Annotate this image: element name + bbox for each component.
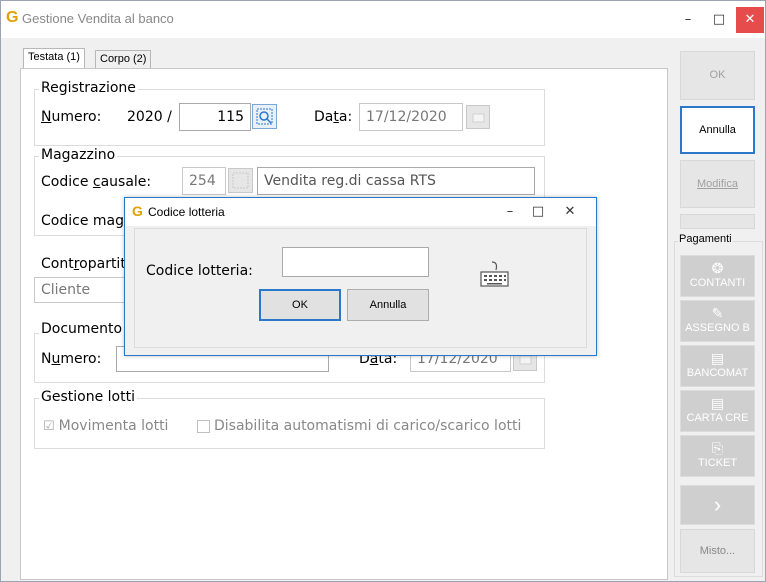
ok-button[interactable]: OK — [680, 51, 755, 100]
checkbox-checked-icon: ☑ — [43, 418, 55, 434]
carta-label: CARTA CRE — [686, 412, 749, 424]
search-icon — [232, 172, 249, 189]
disabilita-automatismi-checkbox[interactable]: Disabilita automatismi di carico/scarico… — [197, 418, 521, 434]
causale-code-input[interactable]: 254 — [182, 167, 226, 195]
numero-input[interactable]: 115 — [179, 103, 251, 131]
codice-lotteria-input[interactable] — [282, 247, 429, 277]
anno-label: 2020 / — [127, 109, 172, 125]
dialog-logo-icon: G — [132, 203, 143, 219]
title-bar: G Gestione Vendita al banco – □ ✕ — [1, 1, 765, 38]
calendar-button[interactable] — [466, 105, 490, 129]
chevron-right-icon: › — [713, 492, 722, 517]
app-logo-icon: G — [6, 9, 19, 26]
contropartita-label: Contropartita — [41, 256, 135, 272]
documento-numero-label: Numero: — [41, 351, 102, 367]
dialog-annulla-button[interactable]: Annulla — [347, 289, 429, 321]
virtual-keyboard-button[interactable] — [478, 260, 512, 290]
contanti-button[interactable]: ❂ CONTANTI — [680, 255, 755, 297]
documento-title: Documento — [39, 321, 125, 337]
tab-corpo[interactable]: Corpo (2) — [95, 50, 152, 69]
checkbox-unchecked-icon — [197, 419, 210, 433]
gestione-lotti-title: Gestione lotti — [39, 389, 137, 405]
cash-icon: ❂ — [711, 260, 724, 276]
pagamenti-title: Pagamenti — [678, 233, 733, 245]
close-button[interactable]: ✕ — [736, 7, 764, 33]
dialog-minimize-button[interactable]: – — [497, 199, 523, 225]
bancomat-button[interactable]: ▤ BANCOMAT — [680, 345, 755, 387]
extra-button[interactable] — [680, 214, 755, 229]
registrazione-title: Registrazione — [39, 80, 138, 96]
search-icon — [256, 108, 273, 125]
dialog-content-frame — [134, 228, 587, 348]
magazzino-title: Magazzino — [39, 147, 118, 163]
ticket-button[interactable]: ⎘ TICKET — [680, 435, 755, 477]
codice-lotteria-label: Codice lotteria: — [146, 263, 253, 279]
maximize-button[interactable]: □ — [704, 7, 734, 33]
modifica-button[interactable]: Modifica — [680, 160, 755, 208]
codice-magazzino-label: Codice mag — [41, 213, 124, 229]
assegno-button[interactable]: ✎ ASSEGNO B — [680, 300, 755, 342]
annulla-button[interactable]: Annulla — [680, 106, 755, 154]
dialog-title-bar: G Codice lotteria – □ ✕ — [125, 198, 596, 226]
disabilita-automatismi-label: Disabilita automatismi di carico/scarico… — [214, 418, 522, 434]
next-button[interactable]: › — [680, 485, 755, 525]
dialog-close-button[interactable]: ✕ — [557, 199, 583, 225]
cheque-icon: ✎ — [711, 305, 724, 321]
numero-label: Numero: — [41, 109, 102, 125]
ticket-label: TICKET — [697, 457, 738, 469]
keyboard-icon — [480, 261, 509, 287]
causale-description-input[interactable]: Vendita reg.di cassa RTS — [257, 167, 535, 195]
credit-card-icon: ▤ — [710, 395, 725, 411]
bancomat-label: BANCOMAT — [686, 367, 749, 379]
misto-button[interactable]: Misto... — [680, 529, 755, 573]
calendar-icon — [472, 113, 485, 123]
search-causale-button[interactable] — [228, 168, 253, 193]
carta-credito-button[interactable]: ▤ CARTA CRE — [680, 390, 755, 432]
assegno-label: ASSEGNO B — [685, 322, 750, 334]
card-terminal-icon: ▤ — [710, 350, 725, 366]
dialog-title: Codice lotteria — [148, 205, 225, 219]
dialog-ok-button[interactable]: OK — [259, 289, 341, 321]
codice-causale-label: Codice causale: — [41, 174, 152, 190]
window-title: Gestione Vendita al banco — [22, 11, 174, 26]
movimenta-lotti-checkbox[interactable]: ☑ Movimenta lotti — [43, 418, 168, 434]
codice-lotteria-dialog: G Codice lotteria – □ ✕ Codice lotteria:… — [124, 197, 597, 356]
dialog-maximize-button[interactable]: □ — [525, 199, 551, 225]
movimenta-lotti-label: Movimenta lotti — [58, 418, 169, 434]
ticket-icon: ⎘ — [711, 440, 724, 456]
data-registrazione-input[interactable]: 17/12/2020 — [359, 103, 463, 131]
data-label: Data: — [314, 109, 353, 125]
contanti-label: CONTANTI — [689, 277, 746, 289]
contropartita-select[interactable]: Cliente — [34, 277, 134, 303]
search-numero-button[interactable] — [252, 104, 277, 129]
minimize-button[interactable]: – — [673, 7, 703, 33]
tab-testata[interactable]: Testata (1) — [23, 48, 85, 69]
